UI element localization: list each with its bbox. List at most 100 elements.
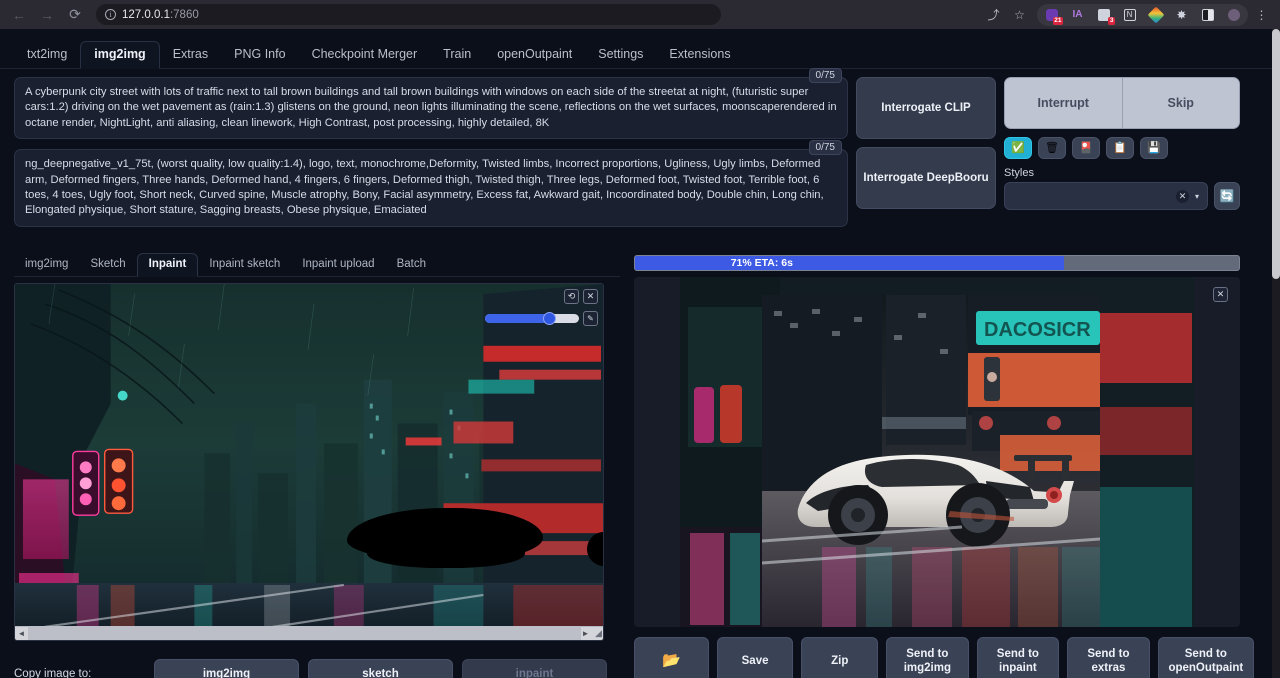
extension-puzzle-icon[interactable]: ✸ bbox=[1169, 4, 1194, 26]
tab-checkpoint-merger[interactable]: Checkpoint Merger bbox=[299, 42, 431, 68]
extension-split-icon[interactable] bbox=[1195, 4, 1220, 26]
zip-button[interactable]: Zip bbox=[801, 637, 878, 678]
clear-canvas-icon[interactable]: ✕ bbox=[583, 289, 598, 304]
subtab-img2img[interactable]: img2img bbox=[14, 254, 79, 276]
tab-openoutpaint[interactable]: openOutpaint bbox=[484, 42, 585, 68]
tab-train[interactable]: Train bbox=[430, 42, 484, 68]
browser-actions: ⤴ ☆ 21 IA 3 N ✸ ⋮ bbox=[981, 4, 1274, 26]
clipboard-icon[interactable]: 📋 bbox=[1106, 137, 1134, 159]
interrupt-skip-group: Interrupt Skip bbox=[1004, 77, 1240, 129]
extension-globe-icon[interactable] bbox=[1221, 4, 1246, 26]
subtab-batch[interactable]: Batch bbox=[386, 254, 437, 276]
style-icon-row: ✅ 🗑 🎴 📋 💾 bbox=[1004, 137, 1240, 159]
generated-image: DACOSICR bbox=[762, 295, 1100, 627]
send-to-extras-button[interactable]: Send to extras bbox=[1067, 637, 1150, 678]
main-tabbar: txt2img img2img Extras PNG Info Checkpoi… bbox=[0, 41, 1272, 69]
extension-colorful-icon[interactable] bbox=[1143, 4, 1168, 26]
brush-slider-fill bbox=[485, 314, 549, 323]
brush-icon[interactable]: ✎ bbox=[583, 311, 598, 326]
tab-extras[interactable]: Extras bbox=[160, 42, 221, 68]
progress-label: 71% ETA: 6s bbox=[634, 256, 1064, 270]
scrollbar-track[interactable] bbox=[28, 626, 579, 640]
scroll-left-icon[interactable]: ◄ bbox=[15, 629, 28, 638]
styles-label: Styles bbox=[1004, 167, 1240, 179]
result-actions: 📂 Save Zip Send to img2img Send to inpai… bbox=[634, 637, 1254, 678]
img2img-subtabbar: img2img Sketch Inpaint Inpaint sketch In… bbox=[14, 251, 620, 277]
subtab-inpaint-upload[interactable]: Inpaint upload bbox=[291, 254, 385, 276]
results-panel: 71% ETA: 6s bbox=[634, 251, 1254, 678]
styles-row: ✕ ▾ 🔄 bbox=[1004, 182, 1240, 210]
styles-dropdown[interactable]: ✕ ▾ bbox=[1004, 182, 1208, 210]
generation-controls: Interrogate CLIP Interrogate DeepBooru I… bbox=[848, 77, 1240, 237]
save-style-icon[interactable]: 💾 bbox=[1140, 137, 1168, 159]
page-scrollbar-thumb[interactable] bbox=[1272, 29, 1280, 279]
subtab-inpaint-sketch[interactable]: Inpaint sketch bbox=[198, 254, 291, 276]
negative-prompt-input[interactable]: ng_deepnegative_v1_75t, (worst quality, … bbox=[14, 149, 848, 227]
reload-icon[interactable]: ⟳ bbox=[62, 4, 88, 26]
brush-size-control[interactable]: ✎ bbox=[485, 311, 598, 326]
extension-badge-count: 21 bbox=[1053, 17, 1063, 25]
bookmark-icon[interactable]: ☆ bbox=[1007, 4, 1032, 26]
refresh-styles-icon[interactable]: 🔄 bbox=[1214, 182, 1240, 210]
undo-icon[interactable]: ⟲ bbox=[564, 289, 579, 304]
browser-menu-icon[interactable]: ⋮ bbox=[1249, 4, 1274, 26]
browser-toolbar: ← → ⟳ i 127.0.0.1:7860 ⤴ ☆ 21 IA 3 N ✸ ⋮ bbox=[0, 0, 1280, 29]
chevron-down-icon[interactable]: ▾ bbox=[1195, 192, 1199, 201]
inpaint-mask-stroke bbox=[367, 536, 525, 568]
extension-screen-icon[interactable]: 3 bbox=[1091, 4, 1116, 26]
skip-button[interactable]: Skip bbox=[1123, 78, 1240, 128]
site-info-icon[interactable]: i bbox=[105, 9, 116, 20]
negative-token-counter: 0/75 bbox=[809, 140, 842, 155]
back-icon[interactable]: ← bbox=[6, 4, 32, 26]
result-image-container[interactable]: DACOSICR bbox=[634, 277, 1240, 627]
webui-app: txt2img img2img Extras PNG Info Checkpoi… bbox=[0, 29, 1272, 678]
url-port: :7860 bbox=[170, 9, 199, 21]
positive-prompt-block: 0/75 A cyberpunk city street with lots o… bbox=[14, 77, 848, 139]
url-text: 127.0.0.1:7860 bbox=[122, 9, 199, 21]
tab-settings[interactable]: Settings bbox=[585, 42, 656, 68]
extension-badge-21-icon[interactable]: 21 bbox=[1039, 4, 1064, 26]
canvas-toolbar: ⟲ ✕ bbox=[564, 289, 598, 304]
interrogate-clip-button[interactable]: Interrogate CLIP bbox=[856, 77, 996, 139]
forward-icon[interactable]: → bbox=[34, 4, 60, 26]
subtab-sketch[interactable]: Sketch bbox=[79, 254, 136, 276]
close-result-icon[interactable]: ✕ bbox=[1213, 287, 1228, 302]
apply-style-icon[interactable]: ✅ bbox=[1004, 137, 1032, 159]
brush-slider-knob[interactable] bbox=[543, 312, 556, 325]
tab-txt2img[interactable]: txt2img bbox=[14, 42, 80, 68]
copy-to-sketch-button[interactable]: sketch bbox=[308, 659, 453, 678]
interrogate-deepbooru-button[interactable]: Interrogate DeepBooru bbox=[856, 147, 996, 209]
image-editor-panel: img2img Sketch Inpaint Inpaint sketch In… bbox=[14, 251, 620, 678]
trash-icon[interactable]: 🗑 bbox=[1038, 137, 1066, 159]
canvas-horizontal-scrollbar[interactable]: ◄ ► ◢ bbox=[15, 626, 604, 640]
copy-image-row: Copy image to: img2img sketch inpaint bbox=[14, 659, 620, 678]
source-image bbox=[15, 284, 603, 641]
brush-size-slider[interactable] bbox=[485, 314, 579, 323]
svg-text:DACOSICR: DACOSICR bbox=[984, 319, 1091, 341]
send-to-inpaint-button[interactable]: Send to inpaint bbox=[977, 637, 1060, 678]
address-bar[interactable]: i 127.0.0.1:7860 bbox=[96, 4, 721, 25]
save-button[interactable]: Save bbox=[717, 637, 794, 678]
clear-styles-icon[interactable]: ✕ bbox=[1176, 190, 1189, 203]
copy-to-inpaint-button: inpaint bbox=[462, 659, 607, 678]
tab-png-info[interactable]: PNG Info bbox=[221, 42, 298, 68]
positive-prompt-input[interactable]: A cyberpunk city street with lots of tra… bbox=[14, 77, 848, 139]
share-icon[interactable]: ⤴ bbox=[981, 4, 1006, 26]
controls-top-row: Interrogate CLIP Interrogate DeepBooru I… bbox=[856, 77, 1240, 210]
tab-extensions[interactable]: Extensions bbox=[656, 42, 743, 68]
extension-ia-icon[interactable]: IA bbox=[1065, 4, 1090, 26]
send-to-img2img-button[interactable]: Send to img2img bbox=[886, 637, 969, 678]
resize-grip-icon[interactable]: ◢ bbox=[592, 628, 604, 639]
extra-networks-icon[interactable]: 🎴 bbox=[1072, 137, 1100, 159]
tab-img2img[interactable]: img2img bbox=[80, 41, 159, 69]
extensions-group: 21 IA 3 N ✸ bbox=[1037, 4, 1248, 26]
open-folder-button[interactable]: 📂 bbox=[634, 637, 709, 678]
interrupt-button[interactable]: Interrupt bbox=[1005, 78, 1123, 128]
copy-to-img2img-button[interactable]: img2img bbox=[154, 659, 299, 678]
send-to-openoutpaint-button[interactable]: Send to openOutpaint bbox=[1158, 637, 1254, 678]
page-scrollbar[interactable] bbox=[1272, 29, 1280, 678]
extension-notion-icon[interactable]: N bbox=[1117, 4, 1142, 26]
scrollbar-thumb[interactable] bbox=[28, 626, 581, 640]
inpaint-canvas[interactable]: ⟲ ✕ ✎ ◄ ► ◢ bbox=[14, 283, 604, 641]
subtab-inpaint[interactable]: Inpaint bbox=[137, 253, 199, 277]
